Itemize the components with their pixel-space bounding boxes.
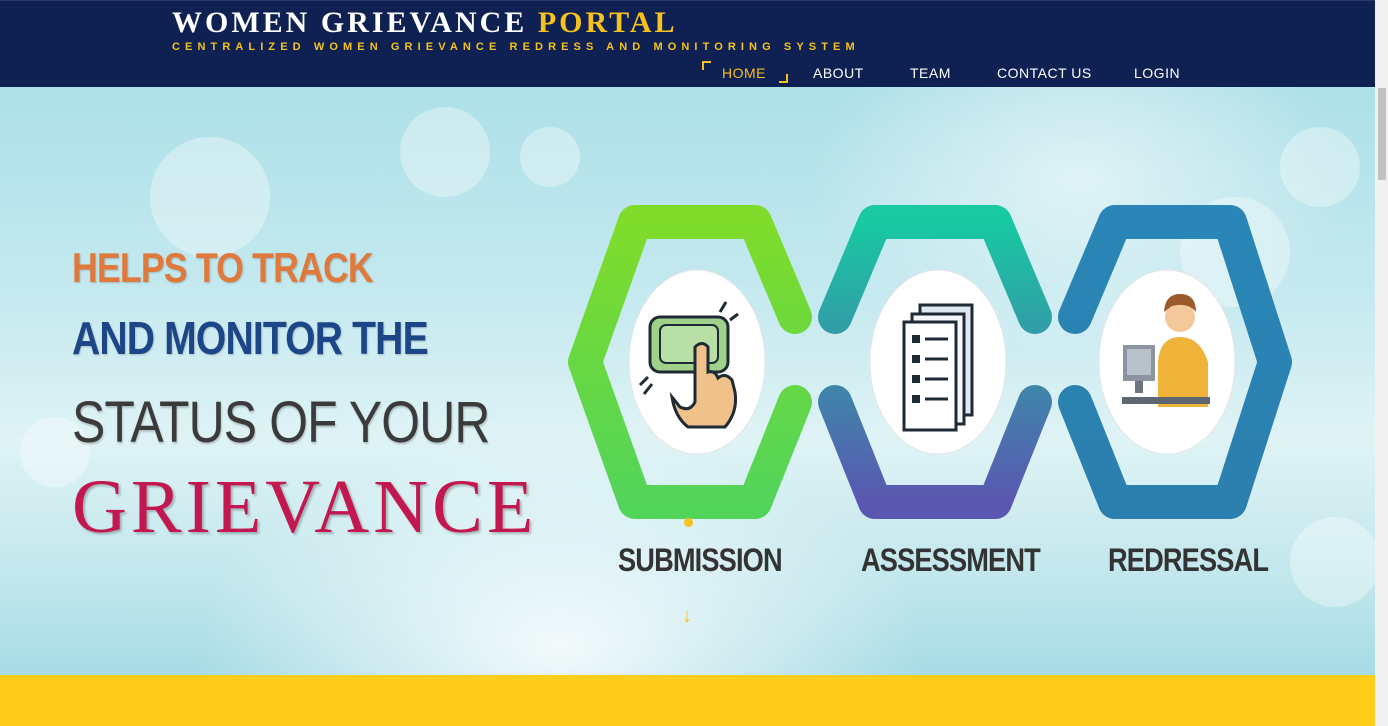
hero-line-1: HELPS TO TRACK <box>72 244 374 291</box>
bokeh-circle <box>1280 127 1360 207</box>
step-label-submission: SUBMISSION <box>618 542 783 578</box>
document-checklist-icon <box>902 303 974 432</box>
site-title: WOMEN GRIEVANCE PORTAL <box>172 7 860 39</box>
bokeh-circle <box>400 107 490 197</box>
active-corner-top-left <box>702 61 711 70</box>
page-scrollbar[interactable] <box>1375 0 1388 726</box>
nav-home-label: HOME <box>722 65 766 81</box>
step-label-assessment: ASSESSMENT <box>861 542 1041 578</box>
hero-line-3: STATUS OF YOUR <box>72 390 490 455</box>
site-title-accent: PORTAL <box>537 6 678 39</box>
nav-about[interactable]: ABOUT <box>813 65 864 81</box>
bokeh-circle <box>520 127 580 187</box>
nav-home[interactable]: HOME <box>702 61 788 83</box>
process-hexagons <box>568 205 1292 519</box>
carousel-dot[interactable] <box>684 518 693 527</box>
hero-banner: HELPS TO TRACK AND MONITOR THE STATUS OF… <box>0 87 1375 675</box>
nav-contact-us[interactable]: CONTACT US <box>997 65 1092 81</box>
main-nav: HOME ABOUT TEAM CONTACT US LOGIN <box>0 61 1375 83</box>
bokeh-circle <box>1290 517 1375 607</box>
brand[interactable]: WOMEN GRIEVANCE PORTAL CENTRALIZED WOMEN… <box>172 7 860 54</box>
hero-line-2: AND MONITOR THE <box>72 312 429 364</box>
site-header: WOMEN GRIEVANCE PORTAL CENTRALIZED WOMEN… <box>0 0 1375 87</box>
step-label-redressal: REDRESSAL <box>1108 542 1269 578</box>
yellow-section-band <box>0 675 1375 726</box>
site-title-main: WOMEN GRIEVANCE <box>172 6 538 39</box>
nav-team[interactable]: TEAM <box>910 65 951 81</box>
site-subtitle: CENTRALIZED WOMEN GRIEVANCE REDRESS AND … <box>172 41 860 53</box>
hero-line-4: GRIEVANCE <box>72 465 538 549</box>
scroll-down-arrow-icon[interactable]: ↓ <box>682 605 692 628</box>
bokeh-circle <box>150 137 270 257</box>
scrollbar-thumb[interactable] <box>1378 88 1386 180</box>
active-corner-bottom-right <box>779 74 788 83</box>
nav-login[interactable]: LOGIN <box>1134 65 1180 81</box>
